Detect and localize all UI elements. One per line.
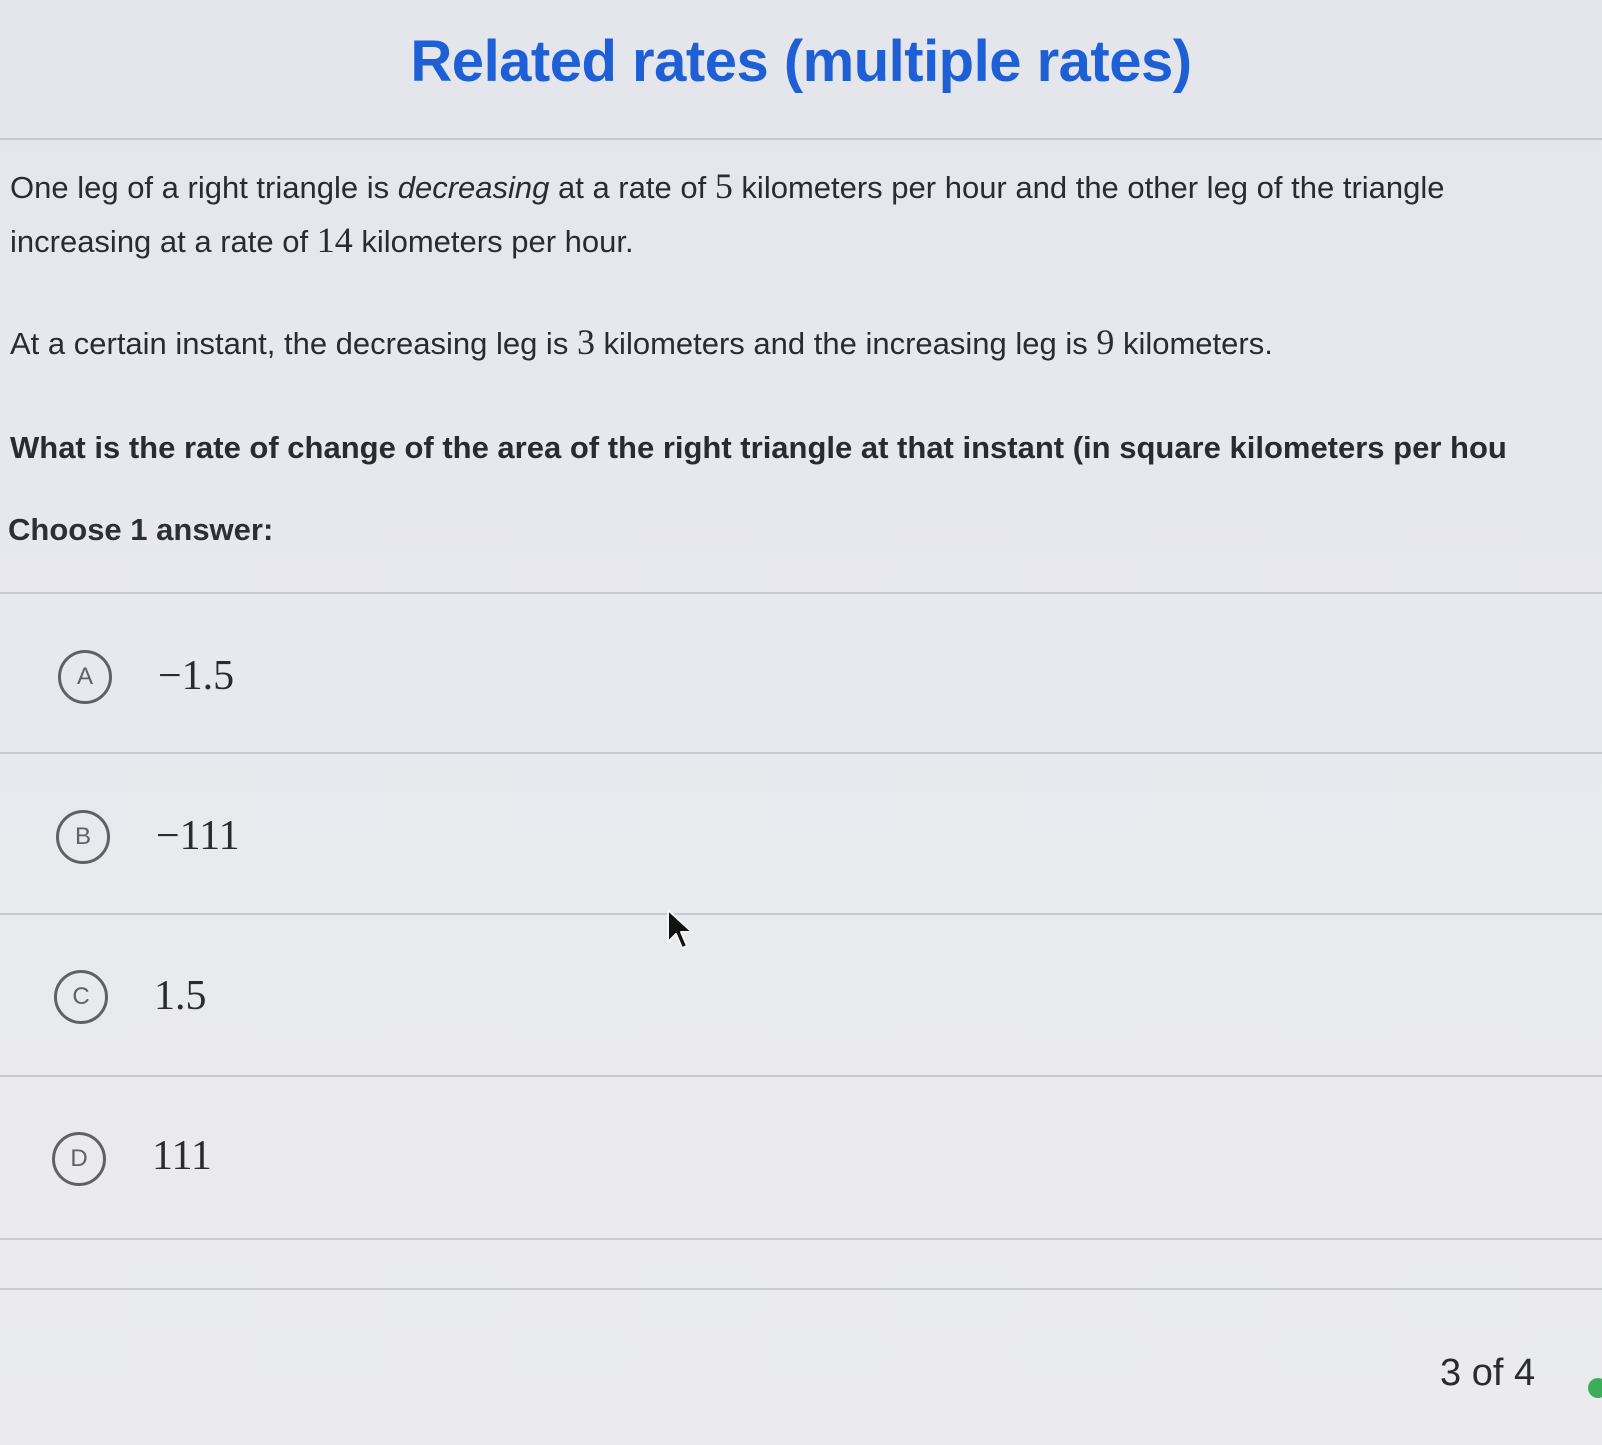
choice-b[interactable]: B −111 (0, 760, 1602, 916)
divider (0, 752, 1602, 754)
progress-dot-icon (1588, 1378, 1602, 1398)
question-text-segment: kilometers. (1114, 326, 1273, 361)
page-indicator: 3 of 4 (1440, 1352, 1536, 1394)
question-paragraph-1: One leg of a right triangle is decreasin… (10, 160, 1602, 268)
choice-letter-circle[interactable]: B (56, 810, 110, 864)
math-number: 9 (1096, 322, 1115, 362)
math-number: 14 (316, 220, 353, 260)
emphasis-decreasing: decreasing (397, 170, 550, 205)
math-number: 5 (714, 166, 733, 206)
question-text-segment: kilometers per hour and the other leg of… (732, 170, 1445, 205)
question-text-segment: At a certain instant, the decreasing leg… (10, 326, 577, 361)
choice-letter-circle[interactable]: D (52, 1132, 106, 1186)
mouse-pointer-icon (667, 909, 693, 949)
choice-letter-circle[interactable]: A (58, 650, 112, 704)
page-title: Related rates (multiple rates) (410, 29, 1192, 94)
title-bar: Related rates (multiple rates) (0, 0, 1602, 140)
exercise-page: Related rates (multiple rates) One leg o… (0, 0, 1602, 1445)
math-number: 3 (576, 322, 595, 362)
choice-value: 1.5 (154, 973, 207, 1019)
choice-value: −111 (156, 813, 240, 859)
choice-c[interactable]: C 1.5 (0, 920, 1602, 1076)
divider (0, 1288, 1602, 1290)
divider (0, 1238, 1602, 1240)
choice-letter-circle[interactable]: C (54, 970, 108, 1024)
question-text-segment: at a rate of (549, 170, 715, 205)
question-text-segment: One leg of a right triangle is (10, 170, 398, 205)
divider (0, 1075, 1602, 1077)
question-prompt: What is the rate of change of the area o… (10, 430, 1507, 465)
divider (0, 592, 1602, 594)
choice-value: −1.5 (158, 653, 235, 699)
question-text-segment: increasing at a rate of (10, 224, 317, 259)
question-paragraph-2: At a certain instant, the decreasing leg… (10, 316, 1602, 370)
choice-value: 111 (152, 1133, 212, 1179)
question-text: One leg of a right triangle is decreasin… (10, 160, 1602, 522)
divider (0, 913, 1602, 915)
question-text-segment: kilometers and the increasing leg is (594, 326, 1097, 361)
choice-d[interactable]: D 111 (0, 1080, 1602, 1236)
choice-a[interactable]: A −1.5 (0, 600, 1602, 756)
choose-label: Choose 1 answer: (8, 512, 274, 547)
question-text-segment: kilometers per hour. (352, 224, 634, 259)
